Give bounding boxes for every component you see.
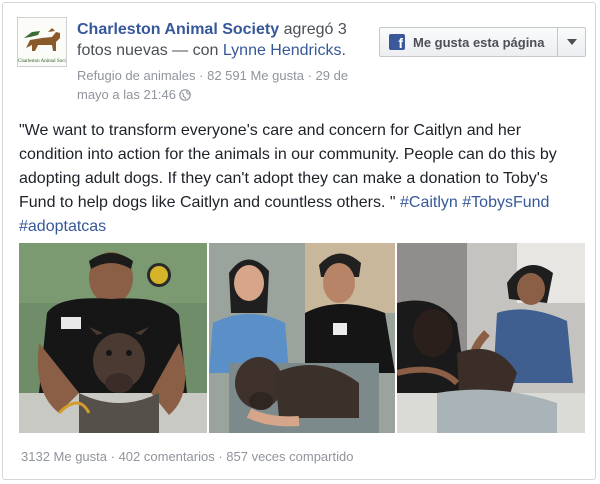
post-meta: Refugio de animales · 82 591 Me gusta · … xyxy=(77,66,377,104)
photo-2-image xyxy=(209,243,395,433)
post-stats: 3132 Me gusta · 402 comentarios · 857 ve… xyxy=(21,449,353,464)
chevron-down-icon xyxy=(566,39,577,45)
tagged-suffix: . xyxy=(341,42,346,59)
post-text: "We want to transform everyone's care an… xyxy=(19,119,585,239)
meta-separator: · xyxy=(303,68,316,83)
likes-count[interactable]: 3132 Me gusta xyxy=(21,449,107,464)
like-page-dropdown[interactable] xyxy=(557,28,585,56)
page-avatar[interactable]: Charleston Animal Society xyxy=(17,17,67,67)
page-likes-count: 82 591 Me gusta xyxy=(207,68,304,83)
photo-3-image xyxy=(397,243,585,433)
photo-grid xyxy=(19,243,585,433)
hashtag-tobysfund[interactable]: #TobysFund xyxy=(462,194,549,211)
photo-3[interactable] xyxy=(397,243,585,433)
post-card: Charleston Animal Society Charleston Ani… xyxy=(2,2,596,480)
page-category: Refugio de animales xyxy=(77,68,196,83)
page-name-link[interactable]: Charleston Animal Society xyxy=(77,21,279,38)
comments-count[interactable]: 402 comentarios xyxy=(119,449,215,464)
like-page-main[interactable]: f Me gusta esta página xyxy=(380,28,557,56)
photo-2[interactable] xyxy=(209,243,395,433)
stats-separator: · xyxy=(107,449,119,464)
avatar-caption: Charleston Animal Society xyxy=(18,59,67,64)
globe-icon xyxy=(179,89,191,101)
tagged-user-link[interactable]: Lynne Hendricks xyxy=(223,42,342,59)
meta-separator: · xyxy=(195,68,208,83)
stats-separator: · xyxy=(214,449,227,464)
hashtag-adoptatcas[interactable]: #adoptatcas xyxy=(19,218,106,235)
shares-count[interactable]: 857 veces compartido xyxy=(226,449,353,464)
like-page-label: Me gusta esta página xyxy=(413,34,545,50)
photo-1-image xyxy=(19,243,207,433)
photo-1[interactable] xyxy=(19,243,207,433)
hashtag-caitlyn[interactable]: #Caitlyn xyxy=(400,194,458,211)
facebook-f-icon: f xyxy=(389,34,405,50)
like-page-button[interactable]: f Me gusta esta página xyxy=(379,27,586,57)
post-header: Charleston Animal Society agregó 3 fotos… xyxy=(77,19,377,61)
